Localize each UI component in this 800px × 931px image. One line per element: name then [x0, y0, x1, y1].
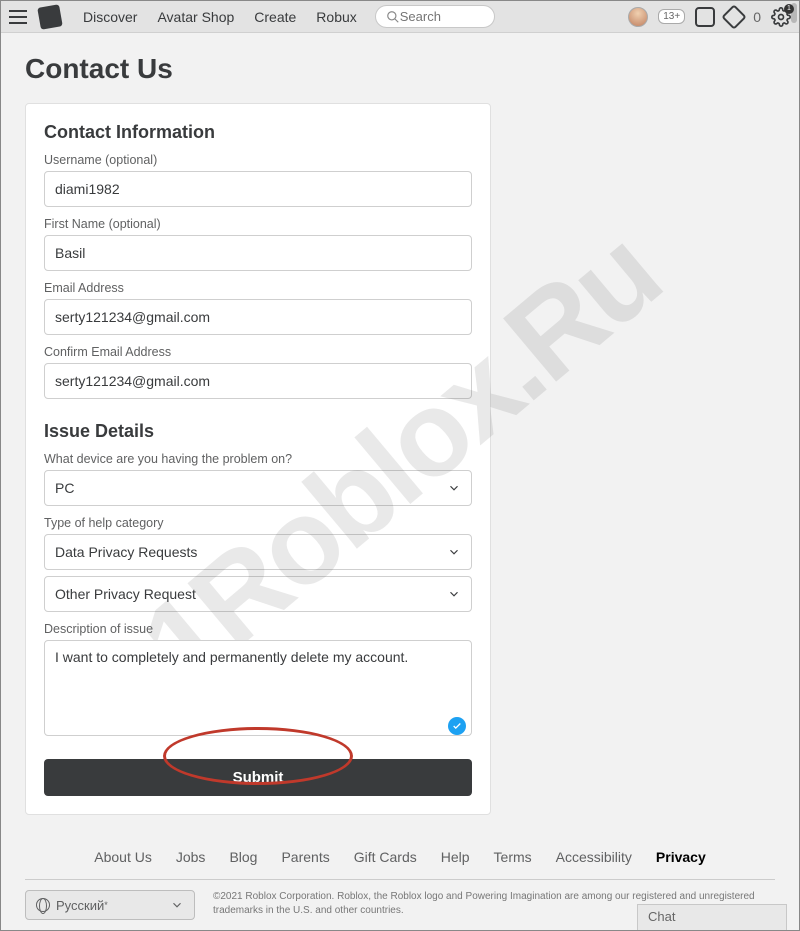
robux-icon[interactable] [721, 4, 746, 29]
category-value: Data Privacy Requests [55, 544, 197, 560]
footer-accessibility[interactable]: Accessibility [556, 849, 632, 865]
category-label: Type of help category [44, 516, 472, 530]
settings-badge: 1 [784, 4, 794, 14]
footer-parents[interactable]: Parents [281, 849, 329, 865]
chevron-down-icon [170, 898, 184, 912]
page-content: Contact Us Contact Information Username … [1, 33, 799, 835]
language-select[interactable]: Русский* [25, 890, 195, 920]
nav-robux[interactable]: Robux [316, 9, 356, 25]
nav-right: 13+ 0 1 [628, 7, 791, 27]
email-input[interactable] [44, 299, 472, 335]
category-select[interactable]: Data Privacy Requests [44, 534, 472, 570]
search-input[interactable] [400, 9, 480, 24]
search-icon [386, 10, 400, 24]
search-box[interactable] [375, 5, 495, 28]
verified-check-icon [448, 717, 466, 735]
confirm-email-label: Confirm Email Address [44, 345, 472, 359]
firstname-input[interactable] [44, 235, 472, 271]
section-contact-info: Contact Information [44, 122, 472, 143]
age-badge: 13+ [658, 9, 685, 24]
subcategory-value: Other Privacy Request [55, 586, 196, 602]
language-value: Русский [56, 898, 104, 913]
section-issue-details: Issue Details [44, 421, 472, 442]
notifications-icon[interactable] [695, 7, 715, 27]
firstname-label: First Name (optional) [44, 217, 472, 231]
confirm-email-input[interactable] [44, 363, 472, 399]
settings-icon[interactable]: 1 [771, 7, 791, 27]
top-nav: Discover Avatar Shop Create Robux 13+ 0 … [1, 1, 799, 33]
nav-links: Discover Avatar Shop Create Robux [83, 9, 357, 25]
menu-icon[interactable] [9, 10, 27, 24]
footer-blog[interactable]: Blog [229, 849, 257, 865]
nav-discover[interactable]: Discover [83, 9, 137, 25]
chevron-down-icon [447, 587, 461, 601]
logo-icon[interactable] [37, 4, 62, 29]
contact-form-card: Contact Information Username (optional) … [25, 103, 491, 815]
submit-button[interactable]: Submit [44, 759, 472, 796]
page-title: Contact Us [25, 53, 775, 85]
footer-divider [25, 879, 775, 880]
description-label: Description of issue [44, 622, 472, 636]
device-value: PC [55, 480, 74, 496]
chevron-down-icon [447, 481, 461, 495]
device-label: What device are you having the problem o… [44, 452, 472, 466]
footer-about[interactable]: About Us [94, 849, 152, 865]
device-select[interactable]: PC [44, 470, 472, 506]
subcategory-select[interactable]: Other Privacy Request [44, 576, 472, 612]
avatar[interactable] [628, 7, 648, 27]
nav-create[interactable]: Create [254, 9, 296, 25]
footer-links: About Us Jobs Blog Parents Gift Cards He… [25, 849, 775, 865]
robux-count: 0 [753, 9, 761, 25]
footer-terms[interactable]: Terms [494, 849, 532, 865]
footer-privacy[interactable]: Privacy [656, 849, 706, 865]
chevron-down-icon [447, 545, 461, 559]
chat-bar[interactable]: Chat [637, 904, 787, 930]
globe-icon [36, 898, 50, 912]
nav-avatar-shop[interactable]: Avatar Shop [157, 9, 234, 25]
footer-help[interactable]: Help [441, 849, 470, 865]
email-label: Email Address [44, 281, 472, 295]
description-textarea[interactable] [44, 640, 472, 736]
username-label: Username (optional) [44, 153, 472, 167]
footer-giftcards[interactable]: Gift Cards [354, 849, 417, 865]
footer-jobs[interactable]: Jobs [176, 849, 206, 865]
username-input[interactable] [44, 171, 472, 207]
